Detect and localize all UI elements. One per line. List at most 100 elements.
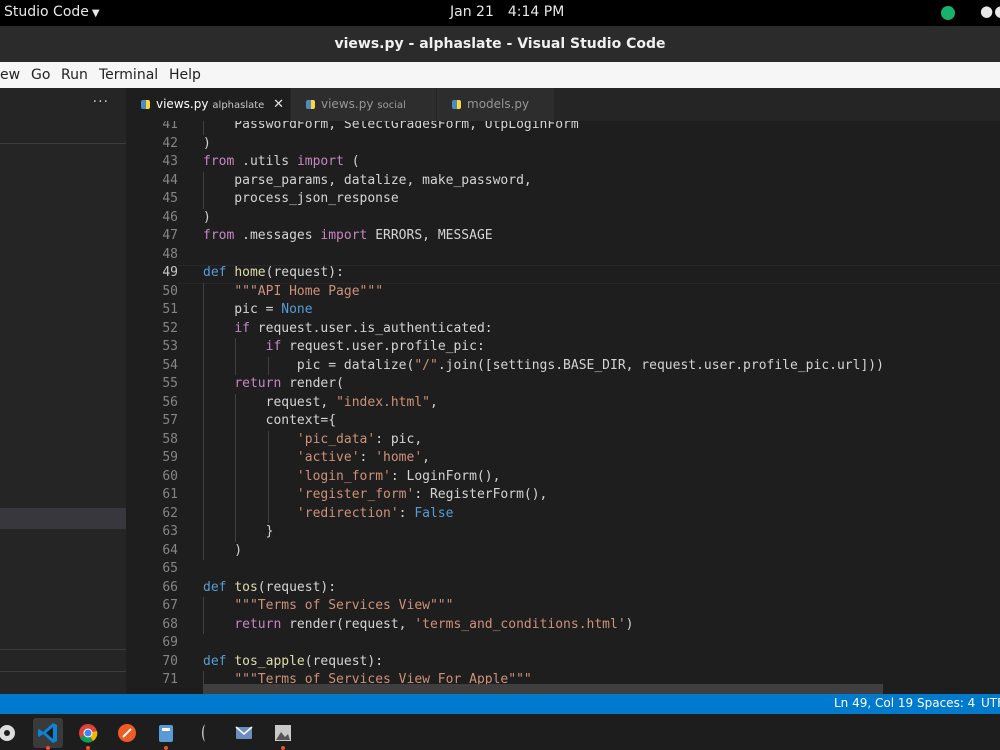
code-line[interactable]: def tos(request): xyxy=(203,579,1000,598)
tab-models[interactable]: models.py xyxy=(437,88,554,121)
status-bar: Ln 49, Col 19 Spaces: 4 UTF xyxy=(0,694,1000,714)
indentation-setting[interactable]: Spaces: 4 xyxy=(917,696,975,710)
tab-label: models.py xyxy=(467,97,530,111)
indent-guide xyxy=(235,338,237,357)
sidebar-divider xyxy=(0,649,126,650)
sidebar-more-actions-icon[interactable]: ··· xyxy=(93,94,109,110)
line-number: 50 xyxy=(162,283,178,299)
code-line[interactable]: if request.user.is_authenticated: xyxy=(203,319,1000,338)
line-number: 49 xyxy=(162,265,178,280)
status-indicator-icon[interactable] xyxy=(941,6,955,20)
line-number: 59 xyxy=(162,450,178,465)
indent-guide xyxy=(235,504,237,523)
line-number: 51 xyxy=(162,302,178,317)
menu-terminal[interactable]: Terminal xyxy=(99,67,158,83)
code-line[interactable]: request, "index.html", xyxy=(203,393,1000,412)
cursor-position[interactable]: Ln 49, Col 19 xyxy=(834,696,913,710)
code-line[interactable]: """API Home Page""" xyxy=(203,282,1000,301)
code-line[interactable]: return render(request, 'terms_and_condit… xyxy=(203,615,1000,634)
code-line[interactable]: 'login_form': LoginForm(), xyxy=(203,467,1000,486)
settings-app-icon[interactable] xyxy=(0,718,22,748)
indent-guide xyxy=(203,430,204,449)
code-line[interactable]: def home(request): xyxy=(203,264,1000,283)
code-line[interactable]: def tos_apple(request): xyxy=(203,653,1000,672)
system-more-icon[interactable]: ●● xyxy=(980,2,1000,20)
code-line[interactable]: process_json_response xyxy=(203,190,1000,209)
running-indicator xyxy=(281,746,285,750)
tab-label: views.py xyxy=(321,97,374,111)
code-line[interactable]: 'active': 'home', xyxy=(203,449,1000,468)
menu-run[interactable]: Run xyxy=(61,67,88,83)
indent-guide xyxy=(203,486,204,505)
indent-guide xyxy=(235,523,237,542)
code-line[interactable] xyxy=(203,246,1000,265)
line-number: 53 xyxy=(162,339,178,354)
indent-guide xyxy=(267,504,269,523)
code-line[interactable]: 'pic_data': pic, xyxy=(203,430,1000,449)
close-icon[interactable]: ✕ xyxy=(273,88,284,121)
mail-icon[interactable] xyxy=(229,718,259,748)
indent-guide xyxy=(267,486,269,505)
menu-view[interactable]: ew xyxy=(0,67,20,83)
line-number: 48 xyxy=(162,246,178,262)
code-line[interactable]: ) xyxy=(203,541,1000,560)
line-number: 42 xyxy=(162,135,178,151)
menu-go[interactable]: Go xyxy=(31,67,50,83)
code-line[interactable]: ) xyxy=(203,209,1000,228)
code-line[interactable]: pic = datalize("/".join([settings.BASE_D… xyxy=(203,356,1000,375)
indent-guide xyxy=(203,467,204,486)
postman-icon[interactable] xyxy=(112,718,142,748)
code-line[interactable]: from .utils import ( xyxy=(203,153,1000,172)
code-line[interactable]: } xyxy=(203,523,1000,542)
code-line[interactable] xyxy=(203,634,1000,653)
encoding-setting[interactable]: UTF xyxy=(981,696,1000,710)
indent-guide xyxy=(203,449,204,468)
code-line[interactable] xyxy=(203,560,1000,579)
caret-down-icon: ▼ xyxy=(91,8,100,19)
code-line[interactable]: pic = None xyxy=(203,301,1000,320)
code-line[interactable]: from .messages import ERRORS, MESSAGE xyxy=(203,227,1000,246)
sidebar-header: ··· xyxy=(0,88,126,122)
indent-guide xyxy=(203,597,204,616)
code-line[interactable]: context={ xyxy=(203,412,1000,431)
code-line[interactable]: 'register_form': RegisterForm(), xyxy=(203,486,1000,505)
app-menu[interactable]: Studio Code ▼ xyxy=(4,4,100,20)
code-line[interactable]: return render( xyxy=(203,375,1000,394)
code-line[interactable]: PasswordForm, SelectGradesForm, UtpLogin… xyxy=(203,121,1000,135)
chrome-icon[interactable] xyxy=(73,718,103,750)
code-line[interactable]: """Terms of Services View""" xyxy=(203,597,1000,616)
indent-guide xyxy=(235,467,237,486)
indent-guide xyxy=(235,393,237,412)
code-line[interactable]: ) xyxy=(203,135,1000,154)
clock-date: Jan 21 xyxy=(450,4,494,20)
app-menu-label: Studio Code xyxy=(4,4,89,20)
menu-bar: ew Go Run Terminal Help xyxy=(0,62,1000,88)
code-area[interactable]: PasswordForm, SelectGradesForm, UtpLogin… xyxy=(203,121,1000,690)
indent-guide xyxy=(203,375,204,394)
line-number: 44 xyxy=(162,172,178,188)
tab-views-social[interactable]: views.py social xyxy=(291,88,436,121)
code-line[interactable]: 'redirection': False xyxy=(203,504,1000,523)
line-number: 64 xyxy=(162,542,178,558)
clock[interactable]: Jan 21 4:14 PM xyxy=(450,4,564,20)
code-editor[interactable]: 41 42 43 44 45 46 47 48 49 50 51 52 53 54 55 56 57 58 59 60… xyxy=(126,121,1000,694)
sidebar-selected-item[interactable] xyxy=(0,508,126,529)
vscode-icon[interactable] xyxy=(33,718,63,750)
python-file-icon xyxy=(141,100,150,109)
inkscape-icon[interactable] xyxy=(190,718,220,748)
window-title-bar: views.py - alphaslate - Visual Studio Co… xyxy=(0,26,1000,62)
line-number: 58 xyxy=(162,431,178,447)
window-title: views.py - alphaslate - Visual Studio Co… xyxy=(334,36,666,52)
clock-time: 4:14 PM xyxy=(507,4,565,20)
taskbar-dock xyxy=(0,714,1000,750)
tab-views-alphaslate[interactable]: views.py alphaslate ✕ xyxy=(126,88,290,121)
files-icon[interactable] xyxy=(151,718,181,750)
menu-help[interactable]: Help xyxy=(169,67,201,83)
horizontal-scrollbar[interactable] xyxy=(203,684,883,694)
code-line[interactable]: if request.user.profile_pic: xyxy=(203,338,1000,357)
line-number: 55 xyxy=(162,376,178,391)
python-file-icon xyxy=(452,100,461,109)
code-line[interactable]: parse_params, datalize, make_password, xyxy=(203,171,1000,190)
indent-guide xyxy=(203,190,204,209)
image-viewer-icon[interactable] xyxy=(268,718,298,750)
